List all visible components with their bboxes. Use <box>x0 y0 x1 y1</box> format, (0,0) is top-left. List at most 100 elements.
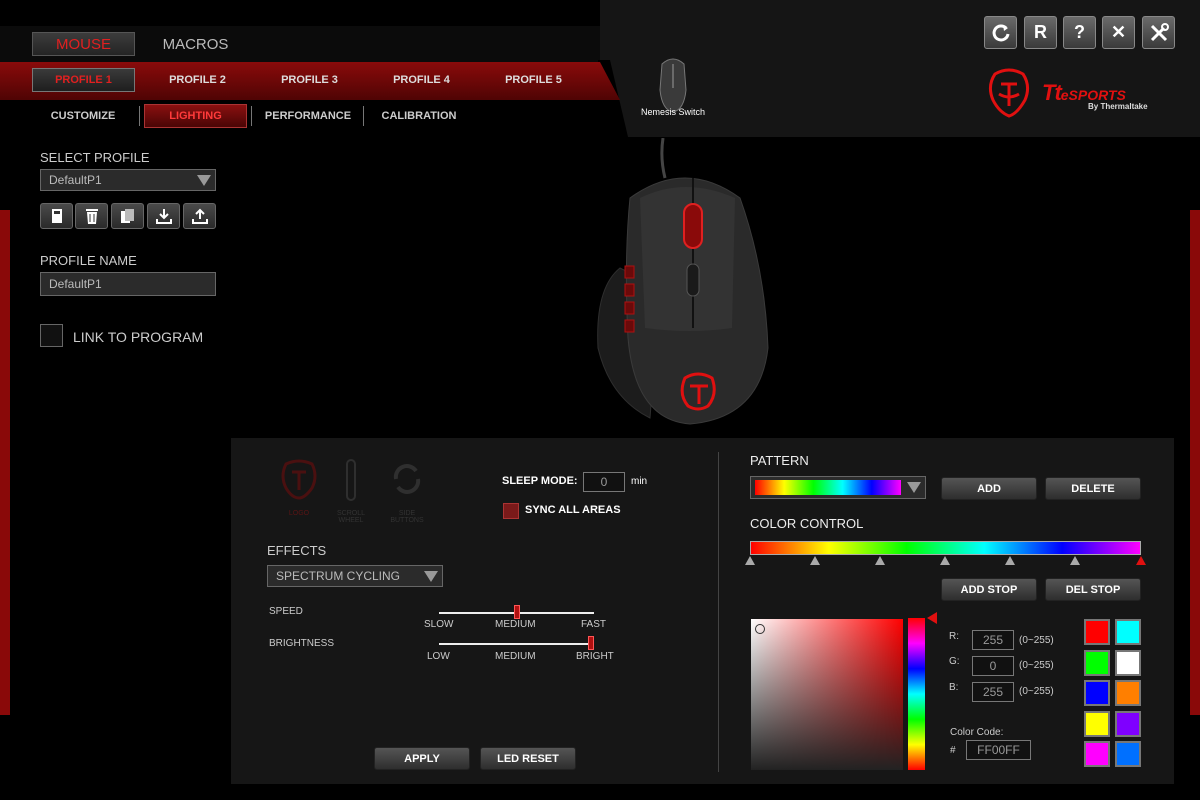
gradient-stop[interactable] <box>745 556 755 565</box>
help-icon: ? <box>1074 22 1085 42</box>
add-pattern-button[interactable]: ADD <box>941 477 1037 500</box>
color-swatch[interactable] <box>1115 710 1141 737</box>
brightness-slider-track[interactable] <box>439 643 594 645</box>
profile-select-value: DefaultP1 <box>49 173 102 187</box>
tab-mouse[interactable]: MOUSE <box>32 32 135 56</box>
color-swatch[interactable] <box>1115 680 1141 706</box>
tab-macros[interactable]: MACROS <box>148 32 243 56</box>
color-swatch[interactable] <box>1084 649 1110 676</box>
add-stop-button[interactable]: ADD STOP <box>941 578 1037 601</box>
gradient-stop-selected[interactable] <box>1136 556 1146 565</box>
color-swatch[interactable] <box>1084 619 1110 645</box>
b-input[interactable]: 255 <box>972 682 1014 702</box>
profile-name-input[interactable]: DefaultP1 <box>40 272 216 296</box>
sleep-mode-input[interactable]: 0 <box>583 472 625 492</box>
brightness-tick-bright: BRIGHT <box>576 651 614 662</box>
tab-profile-4[interactable]: PROFILE 4 <box>370 68 473 92</box>
delete-profile-button[interactable] <box>75 203 108 229</box>
select-profile-label: SELECT PROFILE <box>40 150 150 165</box>
save-profile-button[interactable] <box>40 203 73 229</box>
profile-name-label: PROFILE NAME <box>40 253 137 268</box>
color-code-input[interactable]: FF00FF <box>966 740 1031 760</box>
tab-profile-3[interactable]: PROFILE 3 <box>258 68 361 92</box>
left-accent <box>0 210 10 715</box>
color-swatch[interactable] <box>1115 741 1141 767</box>
import-profile-button[interactable] <box>147 203 180 229</box>
zone-side-icon[interactable] <box>386 458 428 500</box>
tab-profile-2[interactable]: PROFILE 2 <box>146 68 249 92</box>
color-picker-handle[interactable] <box>755 624 765 634</box>
color-swatch[interactable] <box>1115 619 1141 645</box>
r-label: R: <box>949 631 959 642</box>
color-picker-area[interactable] <box>751 619 903 770</box>
tab-divider <box>363 106 364 126</box>
mouse-image <box>597 138 769 425</box>
upload-icon <box>191 208 208 224</box>
link-to-program-checkbox[interactable] <box>40 324 63 347</box>
g-range: (0~255) <box>1019 660 1054 671</box>
brightness-tick-medium: MEDIUM <box>495 651 536 662</box>
tab-divider <box>251 106 252 126</box>
tab-profile-5[interactable]: PROFILE 5 <box>482 68 585 92</box>
chevron-down-icon <box>424 571 438 582</box>
brand-main: Tt <box>1042 80 1062 105</box>
zone-logo-label: LOGO <box>288 510 310 517</box>
hue-slider[interactable] <box>908 618 925 770</box>
tab-lighting[interactable]: LIGHTING <box>144 104 247 128</box>
delete-pattern-button[interactable]: DELETE <box>1045 477 1141 500</box>
right-accent <box>1190 210 1200 715</box>
del-stop-button[interactable]: DEL STOP <box>1045 578 1141 601</box>
led-reset-button[interactable]: LED RESET <box>480 747 576 770</box>
refresh-icon <box>992 24 1009 41</box>
b-range: (0~255) <box>1019 686 1054 697</box>
device-name: Nemesis Switch <box>640 107 705 117</box>
help-button[interactable]: ? <box>1063 16 1096 49</box>
speed-tick-medium: MEDIUM <box>495 619 536 630</box>
g-input[interactable]: 0 <box>972 656 1014 676</box>
gradient-stop[interactable] <box>1005 556 1015 565</box>
speed-tick-fast: FAST <box>581 619 607 630</box>
effects-select[interactable]: SPECTRUM CYCLING <box>267 565 443 587</box>
r-input[interactable]: 255 <box>972 630 1014 650</box>
tab-calibration[interactable]: CALIBRATION <box>370 104 468 128</box>
trash-icon <box>85 209 98 224</box>
download-icon <box>155 209 172 224</box>
gradient-stop[interactable] <box>810 556 820 565</box>
gradient-bar[interactable] <box>750 541 1141 555</box>
link-to-program-label: LINK TO PROGRAM <box>73 329 204 345</box>
tools-icon <box>1150 22 1169 41</box>
tt-logo-icon <box>988 68 1030 118</box>
profile-select[interactable]: DefaultP1 <box>40 169 216 191</box>
gradient-stop[interactable] <box>875 556 885 565</box>
color-swatch[interactable] <box>1084 710 1110 737</box>
speed-slider-handle[interactable] <box>513 605 520 619</box>
hue-slider-marker[interactable] <box>927 612 937 624</box>
zone-logo-icon[interactable] <box>278 458 320 500</box>
reset-icon: R <box>1034 22 1047 42</box>
brightness-slider-handle[interactable] <box>588 636 594 650</box>
color-swatch[interactable] <box>1115 649 1141 676</box>
pattern-label: PATTERN <box>750 453 809 468</box>
tab-performance[interactable]: PERFORMANCE <box>258 104 358 128</box>
pattern-select[interactable] <box>750 476 926 499</box>
zone-scroll-icon[interactable] <box>330 458 372 502</box>
settings-button[interactable] <box>1142 16 1175 49</box>
apply-button[interactable]: APPLY <box>374 747 470 770</box>
gradient-stop[interactable] <box>1070 556 1080 565</box>
brand-byline: By Thermaltake <box>1088 102 1148 111</box>
tab-customize[interactable]: CUSTOMIZE <box>34 104 132 128</box>
speed-tick-slow: SLOW <box>424 619 454 630</box>
color-swatch[interactable] <box>1084 680 1110 706</box>
copy-profile-button[interactable] <box>111 203 144 229</box>
refresh-button[interactable] <box>984 16 1017 49</box>
zone-side-label: SIDE BUTTONS <box>390 510 424 524</box>
sync-all-areas-checkbox[interactable] <box>503 503 519 519</box>
export-profile-button[interactable] <box>183 203 216 229</box>
close-button[interactable]: ✕ <box>1102 16 1135 49</box>
reset-button[interactable]: R <box>1024 16 1057 49</box>
gradient-stop[interactable] <box>940 556 950 565</box>
color-control-label: COLOR CONTROL <box>750 516 864 531</box>
effects-select-value: SPECTRUM CYCLING <box>276 569 401 583</box>
color-swatch[interactable] <box>1084 741 1110 767</box>
tab-profile-1[interactable]: PROFILE 1 <box>32 68 135 92</box>
